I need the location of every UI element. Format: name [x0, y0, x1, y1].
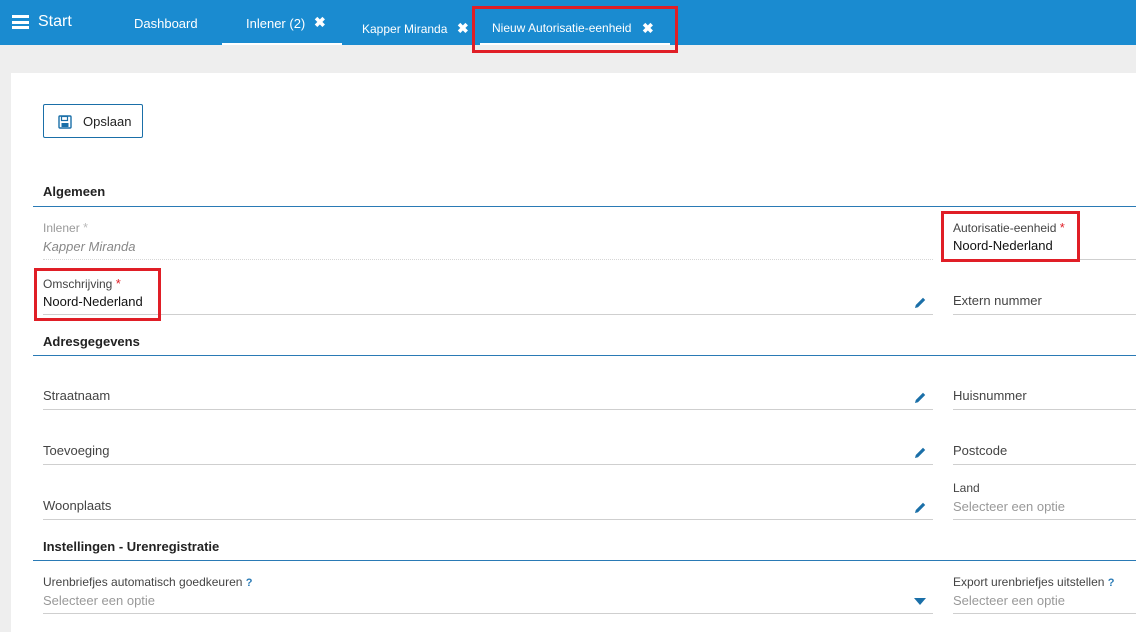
tab-dashboard[interactable]: Dashboard — [134, 0, 204, 45]
urenbriefjes-label: Urenbriefjes automatisch goedkeuren ? — [43, 575, 253, 589]
highlight-box — [472, 6, 678, 53]
field-underline — [43, 464, 933, 465]
pencil-icon[interactable] — [913, 501, 927, 515]
chevron-down-icon[interactable] — [914, 598, 926, 605]
field-underline — [953, 613, 1136, 614]
land-label: Land — [953, 481, 980, 495]
help-icon[interactable]: ? — [1108, 577, 1115, 589]
section-divider — [33, 206, 1136, 207]
pencil-icon[interactable] — [913, 446, 927, 460]
section-title-instellingen: Instellingen - Urenregistratie — [43, 539, 220, 554]
field-underline — [43, 409, 933, 410]
help-icon[interactable]: ? — [246, 577, 253, 589]
inlener-label: Inlener * — [43, 220, 89, 235]
postcode-field[interactable]: Postcode — [953, 443, 1007, 458]
section-divider — [33, 560, 1136, 561]
field-underline — [953, 519, 1136, 520]
pencil-icon[interactable] — [913, 391, 927, 405]
save-icon — [58, 115, 72, 129]
field-underline — [43, 314, 933, 315]
field-underline — [43, 259, 933, 260]
export-urenbriefjes-label: Export urenbriefjes uitstellen ? — [953, 575, 1115, 589]
inlener-value: Kapper Miranda — [43, 239, 136, 254]
tab-label: Kapper Miranda — [362, 22, 448, 36]
menu-icon[interactable] — [12, 15, 29, 29]
section-title-algemeen: Algemeen — [43, 184, 106, 199]
extern-nummer-field[interactable]: Extern nummer — [953, 293, 1042, 308]
close-icon[interactable]: ✖ — [314, 14, 326, 31]
tab-kapper-miranda[interactable]: Kapper Miranda ✖ — [362, 0, 472, 45]
start-link[interactable]: Start — [38, 13, 72, 31]
field-underline — [953, 314, 1136, 315]
tab-label: Inlener (2) — [246, 16, 306, 31]
straatnaam-field[interactable]: Straatnaam — [43, 388, 110, 403]
urenbriefjes-select[interactable]: Selecteer een optie — [43, 593, 155, 608]
close-icon[interactable]: ✖ — [457, 20, 469, 37]
field-underline — [953, 464, 1136, 465]
tab-label: Dashboard — [134, 16, 198, 31]
field-underline — [953, 409, 1136, 410]
section-title-adresgegevens: Adresgegevens — [43, 334, 140, 349]
export-urenbriefjes-select[interactable]: Selecteer een optie — [953, 593, 1065, 608]
tab-inlener[interactable]: Inlener (2) ✖ — [222, 0, 342, 45]
land-select[interactable]: Selecteer een optie — [953, 499, 1065, 514]
highlight-box — [34, 268, 161, 321]
pencil-icon[interactable] — [913, 296, 927, 310]
field-underline — [43, 519, 933, 520]
toevoeging-field[interactable]: Toevoeging — [43, 443, 110, 458]
save-button-label: Opslaan — [83, 114, 132, 129]
save-button[interactable]: Opslaan — [43, 104, 143, 138]
highlight-box — [941, 211, 1080, 262]
huisnummer-field[interactable]: Huisnummer — [953, 388, 1027, 403]
field-underline — [43, 613, 933, 614]
woonplaats-field[interactable]: Woonplaats — [43, 498, 111, 513]
section-divider — [33, 355, 1136, 356]
